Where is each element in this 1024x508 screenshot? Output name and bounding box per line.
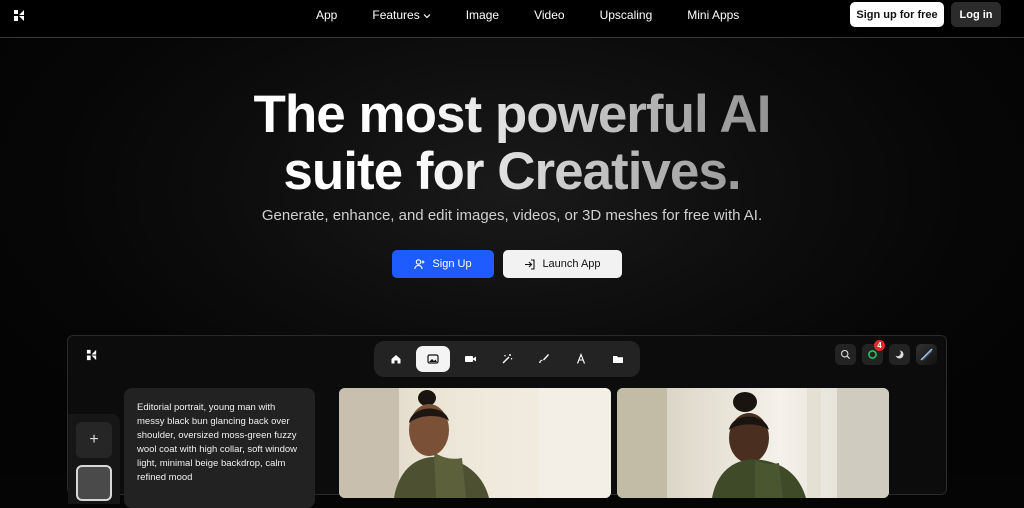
signup-free-button[interactable]: Sign up for free [850,2,944,27]
tool-image[interactable] [416,346,450,372]
nav-link-app[interactable]: App [316,8,337,22]
moon-icon [894,349,904,359]
add-button[interactable]: + [76,422,112,458]
avatar-image [920,348,933,361]
chevron-down-icon [423,14,431,19]
login-arrow-icon [525,258,535,270]
top-nav: App Features Image Video Upscaling Mini … [0,0,1024,38]
nav-links: App Features Image Video Upscaling Mini … [316,0,774,30]
search-icon [840,349,851,360]
tool-brush[interactable] [527,346,561,372]
login-button[interactable]: Log in [951,2,1001,27]
tool-text[interactable] [564,346,598,372]
tool-video[interactable] [453,346,487,372]
video-icon [464,356,476,362]
tool-home[interactable] [379,346,413,372]
portrait-image-2 [617,388,889,498]
nav-link-features[interactable]: Features [372,8,431,22]
history-thumbnail[interactable] [76,465,112,501]
hero-title: The most powerful AI suite for Creatives… [0,86,1024,200]
sign-up-label: Sign Up [432,258,472,270]
theme-toggle[interactable] [889,344,910,365]
prompt-text: Editorial portrait, young man with messy… [124,388,315,508]
notifications-button[interactable]: 4 [862,340,885,365]
notification-badge: 4 [874,340,885,351]
hero-title-line-2: suite for Creatives. [283,142,741,201]
app-logo [86,349,97,361]
hero-title-line-1: The most powerful AI [253,85,771,144]
portrait-image-1 [339,388,611,498]
folder-icon [613,356,623,363]
search-button[interactable] [835,344,856,365]
tool-magic[interactable] [490,346,524,372]
side-rail: + [68,414,120,504]
generated-image-1[interactable] [339,388,611,498]
text-icon [576,353,586,364]
app-preview: 4 + Editorial portrait, young man with m… [67,335,947,508]
generated-image-2[interactable] [617,388,889,498]
nav-link-image[interactable]: Image [466,8,499,22]
magic-wand-icon [502,354,513,364]
tool-folder[interactable] [601,346,635,372]
nav-link-features-label: Features [372,8,420,22]
sign-up-button[interactable]: Sign Up [392,250,494,278]
nav-link-mini-apps[interactable]: Mini Apps [687,8,739,22]
add-user-icon [414,258,425,269]
nav-link-upscaling[interactable]: Upscaling [600,8,653,22]
nav-link-video[interactable]: Video [534,8,564,22]
brand-logo[interactable] [13,9,26,22]
image-icon [427,354,439,364]
hero-subtitle: Generate, enhance, and edit images, vide… [261,207,763,224]
brush-icon [539,354,550,363]
notifications-icon [868,350,877,359]
launch-app-button[interactable]: Launch App [503,250,622,278]
avatar[interactable] [916,344,937,365]
launch-app-label: Launch App [542,258,601,270]
home-icon [391,355,401,364]
app-toolbar [374,341,640,377]
